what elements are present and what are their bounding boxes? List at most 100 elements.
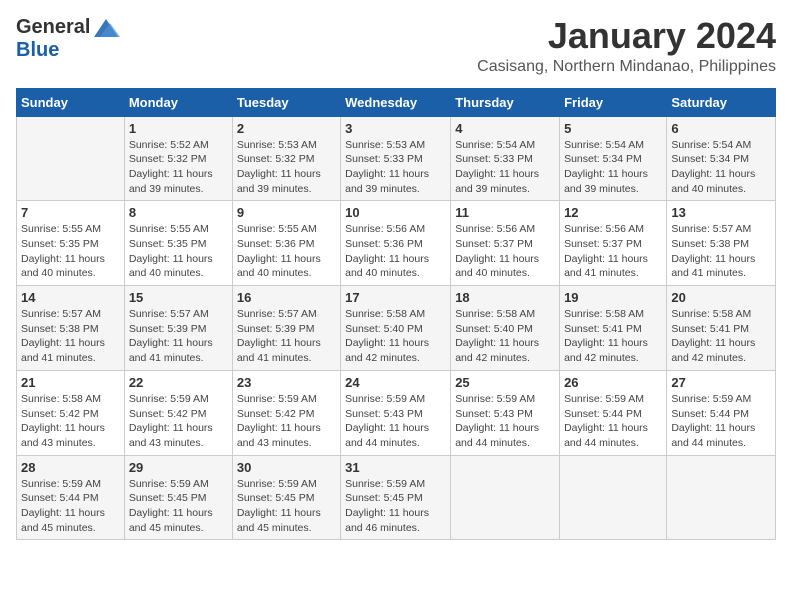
day-info: Sunrise: 5:54 AMSunset: 5:34 PMDaylight:… [564,138,662,197]
logo-icon [92,17,120,39]
calendar-cell: 21 Sunrise: 5:58 AMSunset: 5:42 PMDayligh… [17,370,125,455]
header-cell-tuesday: Tuesday [232,88,340,116]
calendar-cell: 17 Sunrise: 5:58 AMSunset: 5:40 PMDayligh… [341,286,451,371]
day-number: 6 [671,121,771,136]
day-info: Sunrise: 5:54 AMSunset: 5:34 PMDaylight:… [671,138,771,197]
calendar-cell: 11 Sunrise: 5:56 AMSunset: 5:37 PMDayligh… [451,201,560,286]
calendar-cell: 29 Sunrise: 5:59 AMSunset: 5:45 PMDayligh… [124,455,232,540]
calendar-cell: 14 Sunrise: 5:57 AMSunset: 5:38 PMDayligh… [17,286,125,371]
day-number: 21 [21,375,120,390]
day-info: Sunrise: 5:59 AMSunset: 5:45 PMDaylight:… [345,477,446,536]
week-row-1: 1Sunrise: 5:52 AMSunset: 5:32 PMDaylight… [17,116,776,201]
day-info: Sunrise: 5:59 AMSunset: 5:43 PMDaylight:… [455,392,555,451]
day-info: Sunrise: 5:59 AMSunset: 5:42 PMDaylight:… [237,392,336,451]
day-info: Sunrise: 5:59 AMSunset: 5:44 PMDaylight:… [671,392,771,451]
day-info: Sunrise: 5:55 AMSunset: 5:35 PMDaylight:… [21,222,120,281]
header-cell-wednesday: Wednesday [341,88,451,116]
day-number: 29 [129,460,228,475]
day-number: 16 [237,290,336,305]
day-number: 5 [564,121,662,136]
day-info: Sunrise: 5:59 AMSunset: 5:43 PMDaylight:… [345,392,446,451]
calendar-cell: 18 Sunrise: 5:58 AMSunset: 5:40 PMDayligh… [451,286,560,371]
calendar-cell: 5 Sunrise: 5:54 AMSunset: 5:34 PMDaylight… [560,116,667,201]
day-info: Sunrise: 5:58 AMSunset: 5:41 PMDaylight:… [564,307,662,366]
calendar-cell: 6 Sunrise: 5:54 AMSunset: 5:34 PMDaylight… [667,116,776,201]
day-number: 22 [129,375,228,390]
calendar-cell: 16Sunrise: 5:57 AMSunset: 5:39 PMDayligh… [232,286,340,371]
day-number: 14 [21,290,120,305]
title-section: January 2024 Casisang, Northern Mindanao… [477,16,776,76]
calendar-body: 1Sunrise: 5:52 AMSunset: 5:32 PMDaylight… [17,116,776,540]
header-cell-sunday: Sunday [17,88,125,116]
day-number: 1 [129,121,228,136]
day-number: 3 [345,121,446,136]
calendar-cell: 1Sunrise: 5:52 AMSunset: 5:32 PMDaylight… [124,116,232,201]
calendar-cell: 23 Sunrise: 5:59 AMSunset: 5:42 PMDayligh… [232,370,340,455]
day-number: 18 [455,290,555,305]
day-info: Sunrise: 5:59 AMSunset: 5:44 PMDaylight:… [564,392,662,451]
calendar-cell: 13Sunrise: 5:57 AMSunset: 5:38 PMDayligh… [667,201,776,286]
logo: General Blue [16,16,120,62]
month-title: January 2024 [477,16,776,56]
calendar-cell: 10 Sunrise: 5:56 AMSunset: 5:36 PMDayligh… [341,201,451,286]
day-info: Sunrise: 5:58 AMSunset: 5:40 PMDaylight:… [455,307,555,366]
day-info: Sunrise: 5:53 AMSunset: 5:33 PMDaylight:… [345,138,446,197]
day-number: 17 [345,290,446,305]
day-number: 27 [671,375,771,390]
calendar-cell: 8Sunrise: 5:55 AMSunset: 5:35 PMDaylight… [124,201,232,286]
day-number: 4 [455,121,555,136]
calendar-cell: 15 Sunrise: 5:57 AMSunset: 5:39 PMDayligh… [124,286,232,371]
calendar-cell: 20 Sunrise: 5:58 AMSunset: 5:41 PMDayligh… [667,286,776,371]
day-info: Sunrise: 5:54 AMSunset: 5:33 PMDaylight:… [455,138,555,197]
header-row: SundayMondayTuesdayWednesdayThursdayFrid… [17,88,776,116]
day-number: 24 [345,375,446,390]
day-info: Sunrise: 5:59 AMSunset: 5:45 PMDaylight:… [237,477,336,536]
day-number: 2 [237,121,336,136]
calendar-cell [451,455,560,540]
day-info: Sunrise: 5:57 AMSunset: 5:39 PMDaylight:… [129,307,228,366]
day-info: Sunrise: 5:57 AMSunset: 5:38 PMDaylight:… [21,307,120,366]
day-info: Sunrise: 5:55 AMSunset: 5:35 PMDaylight:… [129,222,228,281]
day-info: Sunrise: 5:58 AMSunset: 5:41 PMDaylight:… [671,307,771,366]
calendar-cell: 25 Sunrise: 5:59 AMSunset: 5:43 PMDayligh… [451,370,560,455]
day-info: Sunrise: 5:58 AMSunset: 5:42 PMDaylight:… [21,392,120,451]
day-number: 23 [237,375,336,390]
day-number: 15 [129,290,228,305]
calendar-cell: 26Sunrise: 5:59 AMSunset: 5:44 PMDayligh… [560,370,667,455]
calendar-cell: 24 Sunrise: 5:59 AMSunset: 5:43 PMDayligh… [341,370,451,455]
day-info: Sunrise: 5:56 AMSunset: 5:36 PMDaylight:… [345,222,446,281]
calendar-cell: 9Sunrise: 5:55 AMSunset: 5:36 PMDaylight… [232,201,340,286]
day-number: 20 [671,290,771,305]
calendar-cell: 3 Sunrise: 5:53 AMSunset: 5:33 PMDaylight… [341,116,451,201]
week-row-5: 28 Sunrise: 5:59 AMSunset: 5:44 PMDayligh… [17,455,776,540]
day-number: 28 [21,460,120,475]
day-info: Sunrise: 5:59 AMSunset: 5:45 PMDaylight:… [129,477,228,536]
day-number: 19 [564,290,662,305]
day-number: 7 [21,205,120,220]
day-number: 12 [564,205,662,220]
calendar-cell: 7 Sunrise: 5:55 AMSunset: 5:35 PMDaylight… [17,201,125,286]
day-number: 11 [455,205,555,220]
calendar-cell: 4 Sunrise: 5:54 AMSunset: 5:33 PMDaylight… [451,116,560,201]
calendar-cell: 28 Sunrise: 5:59 AMSunset: 5:44 PMDayligh… [17,455,125,540]
day-info: Sunrise: 5:53 AMSunset: 5:32 PMDaylight:… [237,138,336,197]
calendar-cell [667,455,776,540]
day-info: Sunrise: 5:58 AMSunset: 5:40 PMDaylight:… [345,307,446,366]
day-number: 25 [455,375,555,390]
calendar-cell: 22Sunrise: 5:59 AMSunset: 5:42 PMDayligh… [124,370,232,455]
calendar-cell: 31Sunrise: 5:59 AMSunset: 5:45 PMDayligh… [341,455,451,540]
week-row-2: 7 Sunrise: 5:55 AMSunset: 5:35 PMDaylight… [17,201,776,286]
header-cell-saturday: Saturday [667,88,776,116]
calendar-header: SundayMondayTuesdayWednesdayThursdayFrid… [17,88,776,116]
day-info: Sunrise: 5:56 AMSunset: 5:37 PMDaylight:… [455,222,555,281]
day-info: Sunrise: 5:59 AMSunset: 5:44 PMDaylight:… [21,477,120,536]
day-number: 10 [345,205,446,220]
calendar-cell: 30 Sunrise: 5:59 AMSunset: 5:45 PMDayligh… [232,455,340,540]
day-info: Sunrise: 5:57 AMSunset: 5:38 PMDaylight:… [671,222,771,281]
calendar-cell: 2 Sunrise: 5:53 AMSunset: 5:32 PMDaylight… [232,116,340,201]
calendar-table: SundayMondayTuesdayWednesdayThursdayFrid… [16,88,776,541]
calendar-cell: 19 Sunrise: 5:58 AMSunset: 5:41 PMDayligh… [560,286,667,371]
logo-general-text: General [16,16,90,39]
location-title: Casisang, Northern Mindanao, Philippines [477,58,776,76]
day-number: 30 [237,460,336,475]
